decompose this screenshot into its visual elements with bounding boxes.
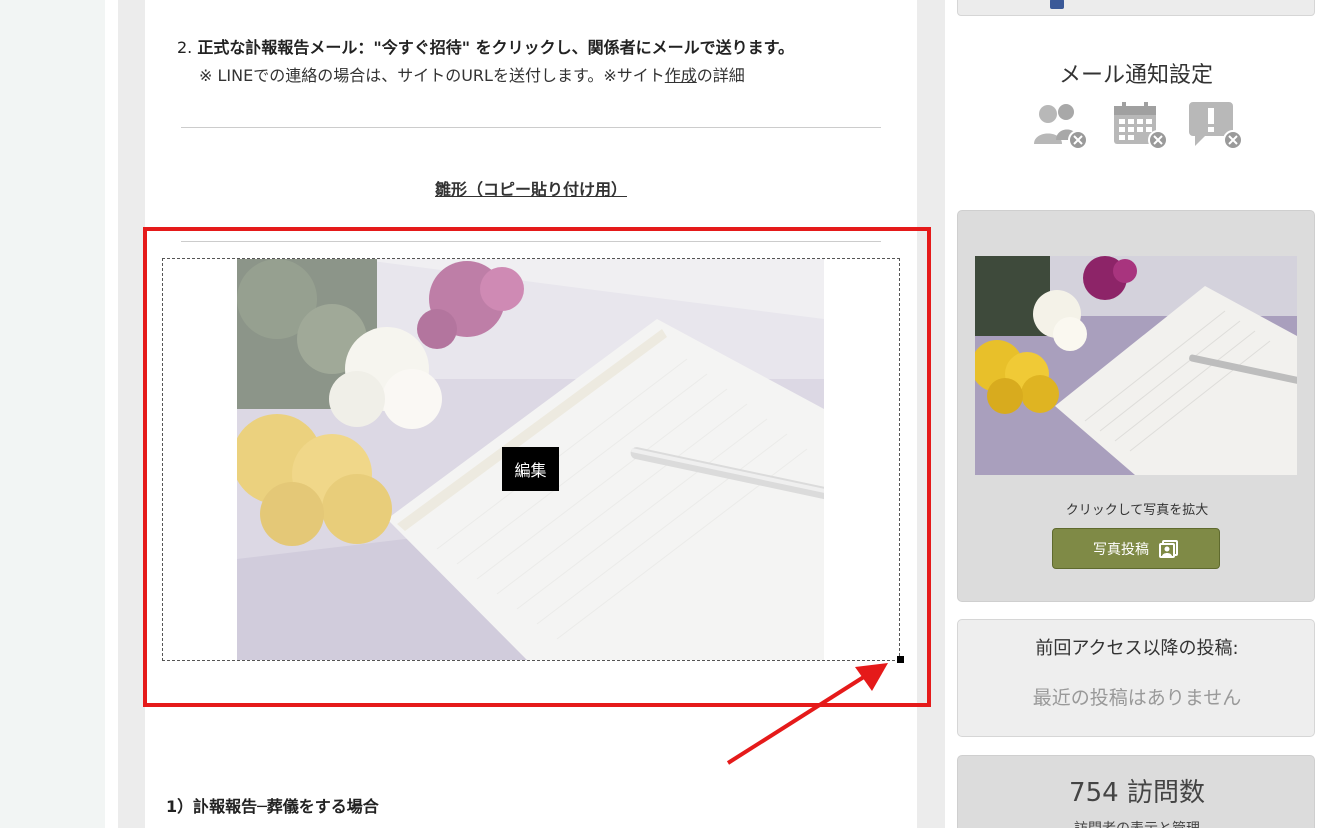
- photo-post-button[interactable]: 写真投稿: [1052, 528, 1220, 569]
- note-suffix: の詳細: [696, 66, 745, 85]
- visit-count: 754 訪問数: [1069, 778, 1205, 808]
- divider: [181, 127, 881, 128]
- right-rail: [917, 0, 945, 828]
- line-note: ※ LINEでの連絡の場合は、サイトのURLを送付します。※サイト作成の詳細: [199, 62, 745, 86]
- alert-off-icon[interactable]: [1187, 100, 1243, 154]
- edit-button[interactable]: 編集: [502, 447, 559, 491]
- photo-thumbnail[interactable]: [975, 256, 1297, 475]
- members-off-icon[interactable]: [1032, 100, 1088, 154]
- article-body: 2. 正式な訃報報告メール："今すぐ招待" をクリックし、関係者にメールで送りま…: [145, 0, 917, 828]
- photo-post-label: 写真投稿: [1093, 541, 1149, 558]
- facebook-icon[interactable]: [1050, 0, 1064, 9]
- recent-posts-empty: 最近の投稿はありません: [1032, 687, 1242, 709]
- visitor-management-link[interactable]: 訪問者の表示と管理: [958, 818, 1314, 828]
- create-link[interactable]: 作成: [665, 66, 697, 85]
- step-text: 正式な訃報報告メール："今すぐ招待" をクリックし、関係者にメールで送ります。: [197, 38, 795, 57]
- resize-handle[interactable]: [897, 656, 904, 663]
- note-prefix: ※ LINEでの連絡の場合は、サイトのURLを送付します。※サイト: [199, 66, 665, 85]
- mail-settings-icons: [1032, 100, 1247, 154]
- recent-posts-title: 前回アクセス以降の投稿:: [1035, 638, 1239, 659]
- left-gutter: [0, 0, 105, 828]
- visits-widget: 754 訪問数 訪問者の表示と管理: [957, 755, 1315, 828]
- photo-caption: クリックして写真を拡大: [1065, 503, 1209, 518]
- flowers-notebook-thumbnail: [975, 256, 1297, 475]
- share-widget: [957, 0, 1315, 16]
- template-heading: 雛形（コピー貼り付け用）: [434, 180, 627, 199]
- divider: [181, 241, 881, 242]
- step-2: 2. 正式な訃報報告メール："今すぐ招待" をクリックし、関係者にメールで送りま…: [177, 34, 794, 58]
- recent-posts-widget: 前回アクセス以降の投稿: 最近の投稿はありません: [957, 619, 1315, 737]
- section-subheading: 1）訃報報告─葬儀をする場合: [166, 797, 379, 816]
- mail-settings-title: メール通知設定: [1058, 63, 1213, 88]
- left-rail: [118, 0, 145, 828]
- step-number: 2.: [177, 38, 193, 57]
- photo-widget: クリックして写真を拡大 写真投稿: [957, 210, 1315, 602]
- photo-upload-icon: [1159, 539, 1178, 558]
- calendar-off-icon[interactable]: [1112, 100, 1168, 154]
